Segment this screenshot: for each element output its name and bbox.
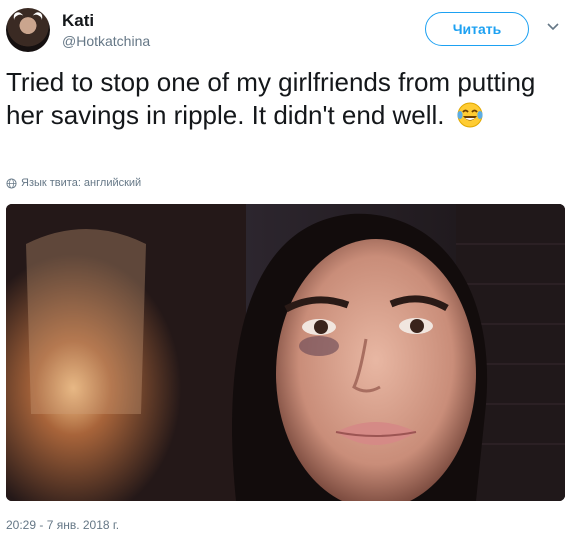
- chevron-down-icon[interactable]: [547, 23, 559, 31]
- tweet-photo[interactable]: [6, 204, 565, 501]
- avatar-horn-right: [29, 10, 45, 27]
- globe-icon: [6, 177, 17, 189]
- tweet-timestamp[interactable]: 20:29 - 7 янв. 2018 г.: [6, 518, 119, 532]
- tweet-text-container: Tried to stop one of my girlfriends from…: [6, 66, 546, 132]
- avatar[interactable]: [6, 8, 50, 52]
- follow-button[interactable]: Читать: [425, 12, 529, 46]
- user-name[interactable]: Kati: [62, 11, 94, 31]
- user-handle[interactable]: @Hotkatchina: [62, 33, 150, 49]
- photo-illustration: [6, 204, 565, 501]
- face-with-tears-of-joy-icon: [457, 102, 483, 128]
- language-label: Язык твита: английский: [21, 177, 142, 189]
- language-info[interactable]: Язык твита: английский: [6, 177, 141, 189]
- avatar-horn-left: [11, 10, 27, 27]
